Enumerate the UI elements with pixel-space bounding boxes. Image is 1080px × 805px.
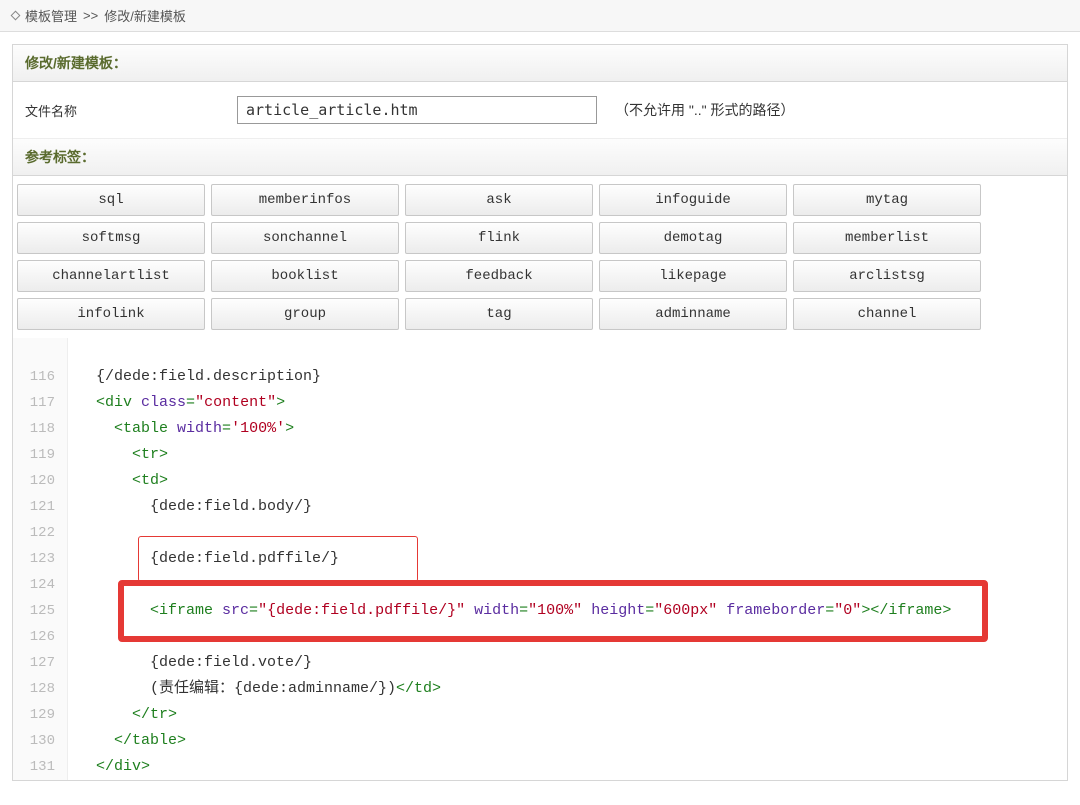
code-content[interactable] [68,520,1067,546]
filename-input[interactable] [237,96,597,124]
tag-button-memberlist[interactable]: memberlist [793,222,981,254]
code-line[interactable]: 124 [13,572,1067,598]
breadcrumb-item-templates[interactable]: 模板管理 [25,6,77,25]
line-number: 119 [13,442,68,468]
tag-button-booklist[interactable]: booklist [211,260,399,292]
diamond-icon [11,11,21,21]
code-line[interactable]: 122 [13,520,1067,546]
code-line[interactable]: 125 <iframe src="{dede:field.pdffile/}" … [13,598,1067,624]
tag-button-demotag[interactable]: demotag [599,222,787,254]
code-content[interactable]: <table width='100%'> [68,416,1067,442]
tag-button-adminname[interactable]: adminname [599,298,787,330]
code-line[interactable]: 127 {dede:field.vote/} [13,650,1067,676]
code-line[interactable]: 131 </div> [13,754,1067,780]
code-line[interactable]: 129 </tr> [13,702,1067,728]
code-line[interactable]: 123 {dede:field.pdffile/} [13,546,1067,572]
line-number: 123 [13,546,68,572]
code-line[interactable]: 117 <div class="content"> [13,390,1067,416]
line-number: 118 [13,416,68,442]
line-number: 130 [13,728,68,754]
section-title-form: 修改/新建模板： [13,45,1067,82]
code-content[interactable]: </table> [68,728,1067,754]
code-line[interactable]: 130 </table> [13,728,1067,754]
tag-button-mytag[interactable]: mytag [793,184,981,216]
code-content[interactable] [68,572,1067,598]
code-content[interactable]: </tr> [68,702,1067,728]
tag-button-infolink[interactable]: infolink [17,298,205,330]
tag-button-sonchannel[interactable]: sonchannel [211,222,399,254]
code-line[interactable]: 119 <tr> [13,442,1067,468]
line-number: 116 [13,364,68,390]
line-number: 127 [13,650,68,676]
code-line[interactable]: 120 <td> [13,468,1067,494]
code-line[interactable] [13,338,1067,364]
code-line[interactable]: 121 {dede:field.body/} [13,494,1067,520]
code-editor[interactable]: 116 {/dede:field.description}117 <div cl… [13,338,1067,780]
tag-button-group[interactable]: group [211,298,399,330]
tag-button-feedback[interactable]: feedback [405,260,593,292]
tag-button-sql[interactable]: sql [17,184,205,216]
code-content[interactable] [68,624,1067,650]
code-content[interactable]: <tr> [68,442,1067,468]
tag-grid: sqlmemberinfosaskinfoguidemytag softmsgso… [13,176,1067,338]
line-number: 121 [13,494,68,520]
line-number [13,338,68,364]
code-line[interactable]: 126 [13,624,1067,650]
main-panel: 修改/新建模板： 文件名称 （不允许用 ".." 形式的路径） 参考标签： sq… [12,44,1068,781]
filename-row: 文件名称 （不允许用 ".." 形式的路径） [13,82,1067,139]
line-number: 122 [13,520,68,546]
line-number: 124 [13,572,68,598]
code-content[interactable]: <td> [68,468,1067,494]
code-content[interactable]: {/dede:field.description} [68,364,1067,390]
line-number: 126 [13,624,68,650]
line-number: 120 [13,468,68,494]
breadcrumb-sep: >> [83,8,98,23]
code-line[interactable]: 118 <table width='100%'> [13,416,1067,442]
code-line[interactable]: 128 (责任编辑：{dede:adminname/})</td> [13,676,1067,702]
filename-label: 文件名称 [25,101,225,120]
code-content[interactable]: {dede:field.body/} [68,494,1067,520]
code-content[interactable]: <iframe src="{dede:field.pdffile/}" widt… [68,598,1067,624]
code-content[interactable]: <div class="content"> [68,390,1067,416]
tag-button-ask[interactable]: ask [405,184,593,216]
line-number: 129 [13,702,68,728]
line-number: 125 [13,598,68,624]
tag-button-tag[interactable]: tag [405,298,593,330]
tag-button-flink[interactable]: flink [405,222,593,254]
section-title-tags: 参考标签： [13,139,1067,176]
breadcrumb-item-current: 修改/新建模板 [104,6,186,25]
filename-hint: （不允许用 ".." 形式的路径） [615,100,795,120]
tag-button-likepage[interactable]: likepage [599,260,787,292]
code-content[interactable]: {dede:field.vote/} [68,650,1067,676]
code-content[interactable]: (责任编辑：{dede:adminname/})</td> [68,676,1067,702]
line-number: 117 [13,390,68,416]
tag-button-arclistsg[interactable]: arclistsg [793,260,981,292]
code-line[interactable]: 116 {/dede:field.description} [13,364,1067,390]
code-content[interactable]: {dede:field.pdffile/} [68,546,1067,572]
tag-button-channelartlist[interactable]: channelartlist [17,260,205,292]
tag-button-softmsg[interactable]: softmsg [17,222,205,254]
tag-button-channel[interactable]: channel [793,298,981,330]
line-number: 131 [13,754,68,780]
breadcrumb: 模板管理 >> 修改/新建模板 [0,0,1080,32]
code-content[interactable] [68,338,1067,364]
code-content[interactable]: </div> [68,754,1067,780]
tag-button-infoguide[interactable]: infoguide [599,184,787,216]
tag-button-memberinfos[interactable]: memberinfos [211,184,399,216]
line-number: 128 [13,676,68,702]
